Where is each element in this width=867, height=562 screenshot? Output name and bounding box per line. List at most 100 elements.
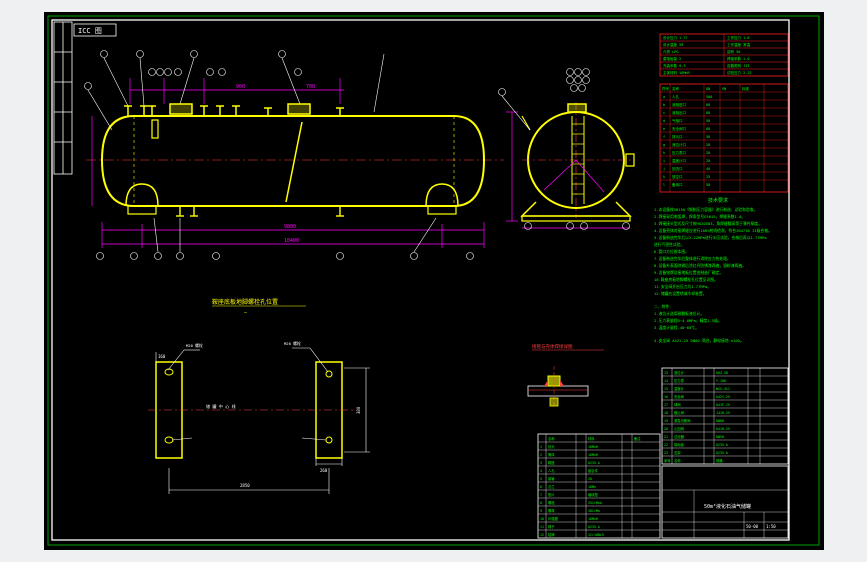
svg-text:j: j: [663, 167, 665, 171]
svg-text:b: b: [663, 103, 665, 107]
title-block: 50m³液化石油气储罐 50-00 1:50: [661, 465, 789, 539]
design-data-table: 设计压力 1.77 工作压力 1.6 设计温度 50 工作温度 常温 介质 LPG 容…: [659, 33, 789, 77]
svg-text:16Mn: 16Mn: [588, 485, 596, 489]
svg-text:10.鞍座底板地脚螺栓孔位置见详图。: 10.鞍座底板地脚螺栓孔位置见详图。: [654, 277, 718, 282]
svg-text:垫片: 垫片: [548, 492, 555, 497]
svg-text:20: 20: [706, 159, 710, 163]
svg-text:PN: PN: [722, 87, 726, 91]
svg-text:16MnR: 16MnR: [588, 453, 598, 457]
technical-notes: 技术要求 1.本设备按GB150《钢制压力容器》进行制造、试验和验收。 2.焊接…: [654, 197, 772, 343]
left-margin-strip: [53, 21, 73, 175]
svg-text:气相口: 气相口: [672, 118, 683, 123]
svg-text:容器类别 III: 容器类别 III: [727, 63, 749, 68]
svg-text:符号: 符号: [662, 86, 670, 91]
svg-text:700: 700: [306, 84, 315, 90]
svg-text:6.管口方位按本图。: 6.管口方位按本图。: [654, 249, 689, 254]
svg-text:DN: DN: [706, 87, 710, 91]
svg-text:80: 80: [706, 103, 710, 107]
parts-list-left: 名称 材料 备注 1 封头 16MnR 2 筒体 16MnR 3 鞍座 Q235-A 4 人孔 组合…: [537, 433, 661, 539]
svg-text:人孔: 人孔: [548, 468, 555, 473]
svg-text:l: l: [663, 183, 665, 187]
svg-text:2.焊接采用电弧焊，焊条型号E5015，焊缝系数1.0。: 2.焊接采用电弧焊，焊条型号E5015，焊缝系数1.0。: [654, 214, 745, 219]
svg-text:设计温度 50: 设计温度 50: [663, 42, 683, 47]
svg-text:焊接系数 1.0: 焊接系数 1.0: [727, 56, 749, 61]
svg-text:二、附件：: 二、附件：: [654, 304, 673, 309]
svg-text:安全阀: 安全阀: [674, 394, 684, 399]
svg-text:温度计口: 温度计口: [672, 158, 686, 163]
svg-text:螺母: 螺母: [548, 508, 555, 513]
svg-text:Y-100: Y-100: [716, 379, 726, 383]
svg-text:放空口: 放空口: [672, 174, 683, 179]
svg-text:k: k: [663, 175, 666, 179]
svg-text:名称: 名称: [672, 86, 680, 91]
svg-text:工作压力 1.6: 工作压力 1.6: [727, 35, 749, 40]
cad-viewport[interactable]: ICC 图 9800 10400 900 700 设计压力 1.77 工作压力 …: [44, 12, 824, 550]
svg-text:2.压力表量程0~4.0MPa，精度1.5级。: 2.压力表量程0~4.0MPa，精度1.5级。: [654, 318, 722, 323]
stamp-box: ICC 图: [73, 23, 117, 37]
svg-text:10: 10: [540, 517, 544, 521]
svg-text:4: 4: [540, 469, 542, 473]
svg-text:20: 20: [588, 477, 592, 481]
svg-text:21: 21: [664, 435, 668, 439]
svg-text:5.设备制造完毕后以2.22MPa进行水压试验，合格后再以1: 5.设备制造完毕后以2.22MPa进行水压试验，合格后再以1.77MPa: [654, 235, 767, 240]
anchor-bolt-plan: 鞍座底板地脚螺栓孔位置 — 储 罐 中 心 线 2850 380 260 160…: [148, 298, 370, 494]
svg-text:900: 900: [236, 84, 245, 90]
svg-text:支架: 支架: [674, 450, 681, 455]
svg-text:A42Y-25: A42Y-25: [716, 395, 730, 399]
svg-text:H41H-25: H41H-25: [716, 427, 730, 431]
svg-text:c: c: [663, 111, 665, 115]
svg-text:8: 8: [540, 501, 542, 505]
nozzle-table: 符号 名称 DN PN 标准 a 人孔 500 b 液相进口 80 c 液相出口 80 d 气相口 50…: [659, 83, 789, 193]
svg-text:i: i: [663, 159, 665, 163]
svg-text:Q235-A: Q235-A: [588, 525, 600, 529]
svg-text:50: 50: [706, 135, 710, 139]
svg-text:1.液位计选用磁翻板液位计。: 1.液位计选用磁翻板液位计。: [654, 311, 704, 316]
svg-text:3.焊接接头型式及尺寸按HG20583，角焊缝腰高等于薄件厚: 3.焊接接头型式及尺寸按HG20583，角焊缝腰高等于薄件厚度。: [654, 221, 762, 226]
plan-dim-plate: 260: [320, 468, 328, 473]
weld-detail-title: 接管与壳体焊接详图: [532, 343, 573, 350]
svg-text:1Cr18Ni9: 1Cr18Ni9: [588, 533, 604, 537]
svg-text:16: 16: [664, 395, 668, 399]
svg-text:17: 17: [664, 403, 668, 407]
svg-text:11: 11: [540, 525, 544, 529]
svg-text:UHZ-58: UHZ-58: [716, 371, 728, 375]
svg-text:3: 3: [540, 461, 542, 465]
svg-text:回流口: 回流口: [672, 166, 683, 171]
svg-text:压力表口: 压力表口: [672, 150, 686, 155]
svg-text:液相进口: 液相进口: [672, 102, 686, 107]
plan-center-text: 储 罐 中 心 线: [206, 403, 236, 409]
svg-text:标准: 标准: [742, 86, 750, 91]
svg-text:f: f: [663, 135, 665, 139]
svg-text:序号: 序号: [664, 458, 671, 463]
svg-text:2: 2: [540, 453, 542, 457]
svg-text:9800: 9800: [284, 224, 296, 230]
svg-text:规格: 规格: [716, 458, 723, 463]
svg-text:温度计: 温度计: [674, 386, 685, 391]
svg-text:设计压力 1.77: 设计压力 1.77: [663, 35, 688, 40]
svg-text:1.本设备按GB150《钢制压力容器》进行制造、试验和验收。: 1.本设备按GB150《钢制压力容器》进行制造、试验和验收。: [654, 207, 757, 212]
section-subtitle: —: [244, 310, 248, 316]
svg-text:50: 50: [706, 119, 710, 123]
svg-text:补强圈: 补强圈: [548, 516, 559, 521]
svg-text:人孔: 人孔: [672, 94, 680, 99]
svg-text:80: 80: [706, 127, 710, 131]
vessel-shell: [100, 115, 486, 207]
svg-text:排污口: 排污口: [672, 134, 683, 139]
svg-text:3.温度计量程-40~60℃。: 3.温度计量程-40~60℃。: [654, 325, 699, 330]
saddle-right: [425, 183, 459, 207]
svg-text:名称: 名称: [548, 436, 555, 441]
svg-text:4.设备壳体对接焊缝应进行100%射线检测，符合JB4730: 4.设备壳体对接焊缝应进行100%射线检测，符合JB4730 II级合格。: [654, 228, 772, 233]
svg-text:安全阀口: 安全阀口: [672, 126, 686, 131]
notes-title: 技术要求: [708, 197, 728, 204]
svg-text:Q235-A: Q235-A: [716, 443, 728, 447]
svg-text:腐蚀裕量 2: 腐蚀裕量 2: [663, 56, 681, 61]
svg-text:截止阀: 截止阀: [674, 410, 684, 415]
svg-text:15: 15: [664, 387, 668, 391]
svg-text:16MnR: 16MnR: [588, 517, 598, 521]
svg-text:筒体: 筒体: [548, 452, 555, 457]
svg-text:螺栓: 螺栓: [548, 500, 555, 505]
plan-left-label: M20 螺栓: [186, 343, 203, 348]
svg-text:液位计: 液位计: [674, 370, 685, 375]
section-title: 鞍座底板地脚螺栓孔位置: [212, 298, 278, 306]
svg-text:组合件: 组合件: [588, 468, 599, 473]
